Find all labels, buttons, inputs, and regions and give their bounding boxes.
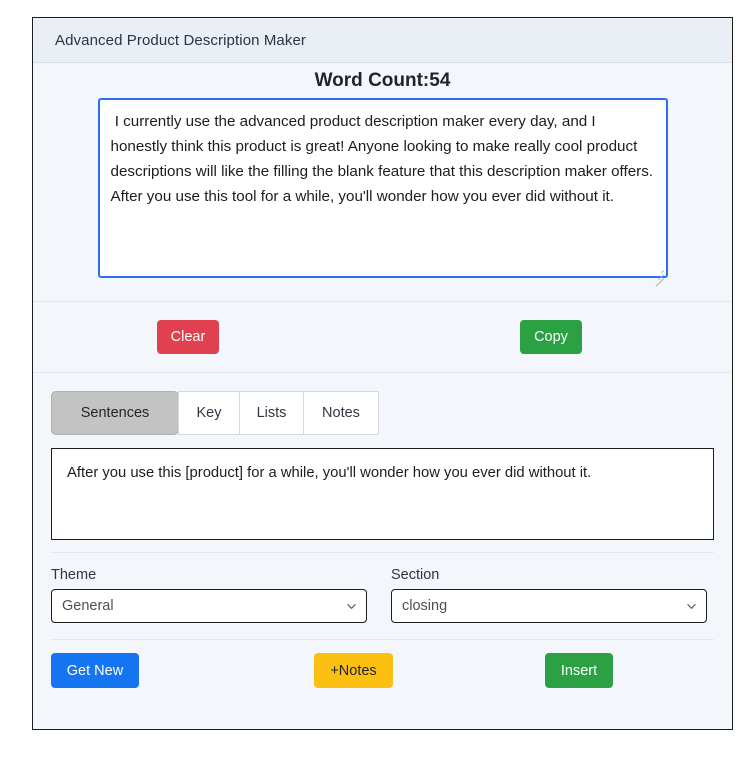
theme-label: Theme [51, 567, 97, 583]
word-count-label: Word Count:54 [314, 69, 451, 91]
insert-button[interactable]: Insert [545, 653, 613, 688]
tab-key[interactable]: Key [178, 391, 240, 435]
section-field: Section closing [391, 567, 707, 623]
theme-field: Theme General [51, 567, 367, 623]
section-select-shell: closing [391, 589, 707, 623]
section-label: Section [391, 567, 440, 583]
section-select[interactable]: closing [391, 589, 707, 623]
tab-bar: Sentences Key Lists Notes [33, 373, 732, 435]
bottom-action-row: Get New +Notes Insert [33, 640, 732, 704]
app-card: Advanced Product Description Maker Word … [32, 17, 733, 730]
theme-select-shell: General [51, 589, 367, 623]
selects-spacer [33, 623, 732, 639]
add-notes-button[interactable]: +Notes [314, 653, 393, 688]
word-count-row: Word Count:54 [33, 63, 732, 98]
tab-lists[interactable]: Lists [239, 391, 304, 435]
page-title: Advanced Product Description Maker [55, 31, 307, 49]
theme-select[interactable]: General [51, 589, 367, 623]
selector-row: Theme General Section closing [33, 553, 732, 623]
description-textarea[interactable] [97, 98, 668, 278]
copy-button[interactable]: Copy [520, 320, 582, 354]
sentence-preview-section: After you use this [product] for a while… [33, 435, 732, 540]
tab-sentences[interactable]: Sentences [51, 391, 179, 435]
editor-spacer [33, 283, 732, 301]
get-new-button[interactable]: Get New [51, 653, 139, 688]
card-header: Advanced Product Description Maker [33, 18, 732, 63]
editor-holder [97, 98, 668, 287]
preview-spacer [33, 540, 732, 552]
app-root: Advanced Product Description Maker Word … [0, 0, 748, 768]
tab-notes[interactable]: Notes [303, 391, 379, 435]
sentence-preview-box[interactable]: After you use this [product] for a while… [51, 448, 714, 540]
clear-button[interactable]: Clear [157, 320, 219, 354]
primary-action-row: Clear Copy [33, 302, 732, 372]
editor-section [33, 98, 732, 287]
